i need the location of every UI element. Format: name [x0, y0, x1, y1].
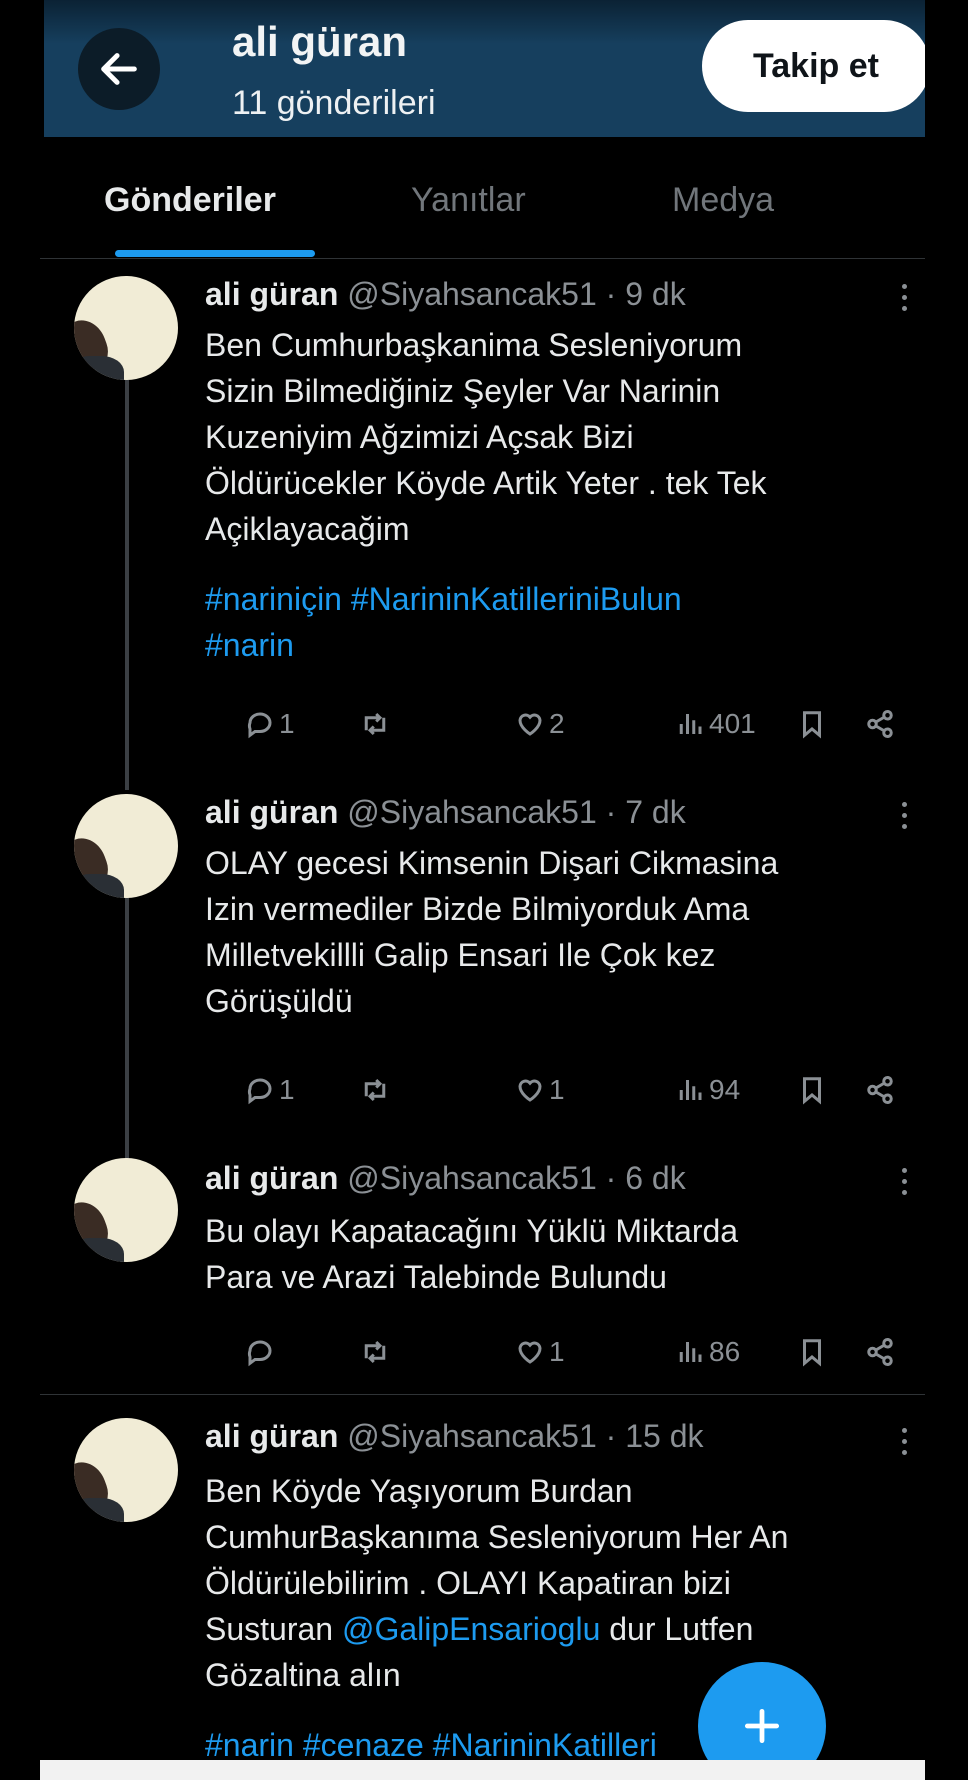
bookmark-icon — [803, 1077, 821, 1105]
tab-replies[interactable]: Yanıtlar — [411, 181, 526, 220]
author-handle-time[interactable]: @Siyahsancak51 · 9 dk — [347, 276, 685, 312]
heart-icon — [518, 1079, 542, 1102]
tweet-header: ali güran @Siyahsancak51 · 7 dk — [205, 794, 686, 831]
views-icon — [679, 1342, 702, 1362]
tweet-header: ali güran @Siyahsancak51 · 9 dk — [205, 276, 686, 313]
more-vertical-icon[interactable] — [902, 802, 908, 835]
author-handle-time[interactable]: @Siyahsancak51 · 6 dk — [347, 1160, 685, 1196]
profile-name: ali güran — [232, 18, 408, 65]
bookmark-button[interactable] — [797, 1332, 827, 1372]
like-count: 2 — [549, 708, 565, 739]
views-button[interactable]: 94 — [675, 1070, 740, 1110]
author-name[interactable]: ali güran — [205, 1160, 338, 1196]
avatar[interactable] — [74, 794, 178, 898]
views-button[interactable]: 401 — [675, 704, 756, 744]
repost-button[interactable] — [360, 704, 394, 744]
tweet-text: Bu olayı Kapatacağını Yüklü Miktarda Par… — [205, 1213, 739, 1295]
avatar-figure — [74, 356, 124, 380]
more-vertical-icon[interactable] — [902, 1168, 908, 1201]
tweet-text: OLAY gecesi Kimsenin Dişari Cikmasina Iz… — [205, 845, 779, 1019]
views-button[interactable]: 86 — [675, 1332, 740, 1372]
like-button[interactable]: 2 — [515, 704, 565, 744]
view-count: 401 — [709, 708, 756, 739]
avatar[interactable] — [74, 1158, 178, 1262]
repost-button[interactable] — [360, 1332, 394, 1372]
author-name[interactable]: ali güran — [205, 794, 338, 830]
share-icon — [867, 1338, 893, 1366]
author-handle-time[interactable]: @Siyahsancak51 · 7 dk — [347, 794, 685, 830]
share-button[interactable] — [865, 1070, 895, 1110]
tweet-header: ali güran @Siyahsancak51 · 15 dk — [205, 1418, 703, 1455]
repost-icon — [364, 1078, 386, 1102]
like-count: 1 — [549, 1074, 565, 1105]
post-count: 11 gönderileri — [232, 84, 436, 122]
repost-icon — [364, 1340, 386, 1364]
bottom-bar — [40, 1760, 925, 1780]
views-icon — [679, 1080, 702, 1100]
hashtags[interactable]: #nariniçin #NarininKatilleriniBulun #nar… — [205, 576, 925, 668]
like-count: 1 — [549, 1336, 565, 1367]
avatar-figure — [74, 1498, 124, 1522]
share-icon — [867, 1076, 893, 1104]
profile-header: ali güran 11 gönderileri Takip et — [44, 0, 925, 137]
share-button[interactable] — [865, 704, 895, 744]
avatar[interactable] — [74, 276, 178, 380]
like-button[interactable]: 1 — [515, 1332, 565, 1372]
reply-button[interactable] — [245, 1332, 279, 1372]
reply-icon — [247, 712, 272, 739]
avatar-figure — [74, 1238, 124, 1262]
heart-icon — [518, 1341, 542, 1364]
follow-button[interactable]: Takip et — [702, 20, 925, 112]
reply-count: 1 — [279, 1074, 295, 1105]
tweet-actions: 1 86 — [205, 1332, 925, 1372]
avatar-figure — [74, 874, 124, 898]
view-count: 86 — [709, 1336, 741, 1367]
mention-link[interactable]: @GalipEnsarioglu — [342, 1611, 600, 1647]
views-icon — [679, 714, 702, 734]
back-button[interactable] — [78, 28, 160, 110]
share-icon — [867, 710, 893, 738]
author-name[interactable]: ali güran — [205, 1418, 338, 1454]
thread-line — [125, 895, 129, 1160]
reply-button[interactable]: 1 — [245, 1070, 295, 1110]
thread-line — [125, 380, 129, 790]
author-handle-time[interactable]: @Siyahsancak51 · 15 dk — [347, 1418, 703, 1454]
repost-button[interactable] — [360, 1070, 394, 1110]
profile-tabs: Gönderiler Yanıtlar Medya — [40, 137, 925, 259]
share-button[interactable] — [865, 1332, 895, 1372]
reply-count: 1 — [279, 708, 295, 739]
bookmark-icon — [803, 1339, 821, 1367]
tweet-text: Ben Köyde Yaşıyorum Burdan CumhurBaşkanı… — [205, 1468, 925, 1698]
author-name[interactable]: ali güran — [205, 276, 338, 312]
heart-icon — [518, 713, 542, 736]
bookmark-button[interactable] — [797, 1070, 827, 1110]
tab-media[interactable]: Medya — [672, 181, 774, 220]
profile-screen: ali güran 11 gönderileri Takip et Gönder… — [40, 0, 925, 1780]
plus-icon — [744, 1708, 780, 1744]
reply-icon — [247, 1078, 272, 1105]
bookmark-button[interactable] — [797, 704, 827, 744]
tab-posts[interactable]: Gönderiler — [104, 181, 276, 220]
tweet-actions: 1 2 401 — [205, 704, 925, 744]
tweet-actions: 1 1 94 — [205, 1070, 925, 1110]
like-button[interactable]: 1 — [515, 1070, 565, 1110]
more-vertical-icon[interactable] — [902, 284, 908, 317]
bookmark-icon — [803, 711, 821, 739]
more-vertical-icon[interactable] — [902, 1428, 908, 1461]
reply-icon — [247, 1340, 272, 1367]
repost-icon — [364, 712, 386, 736]
tweet-header: ali güran @Siyahsancak51 · 6 dk — [205, 1160, 686, 1197]
tweet-text: Ben Cumhurbaşkanima Sesleniyorum Sizin B… — [205, 327, 767, 547]
avatar[interactable] — [74, 1418, 178, 1522]
active-tab-indicator — [115, 250, 315, 257]
arrow-left-icon — [101, 53, 137, 85]
divider — [40, 1394, 925, 1395]
reply-button[interactable]: 1 — [245, 704, 295, 744]
view-count: 94 — [709, 1074, 741, 1105]
